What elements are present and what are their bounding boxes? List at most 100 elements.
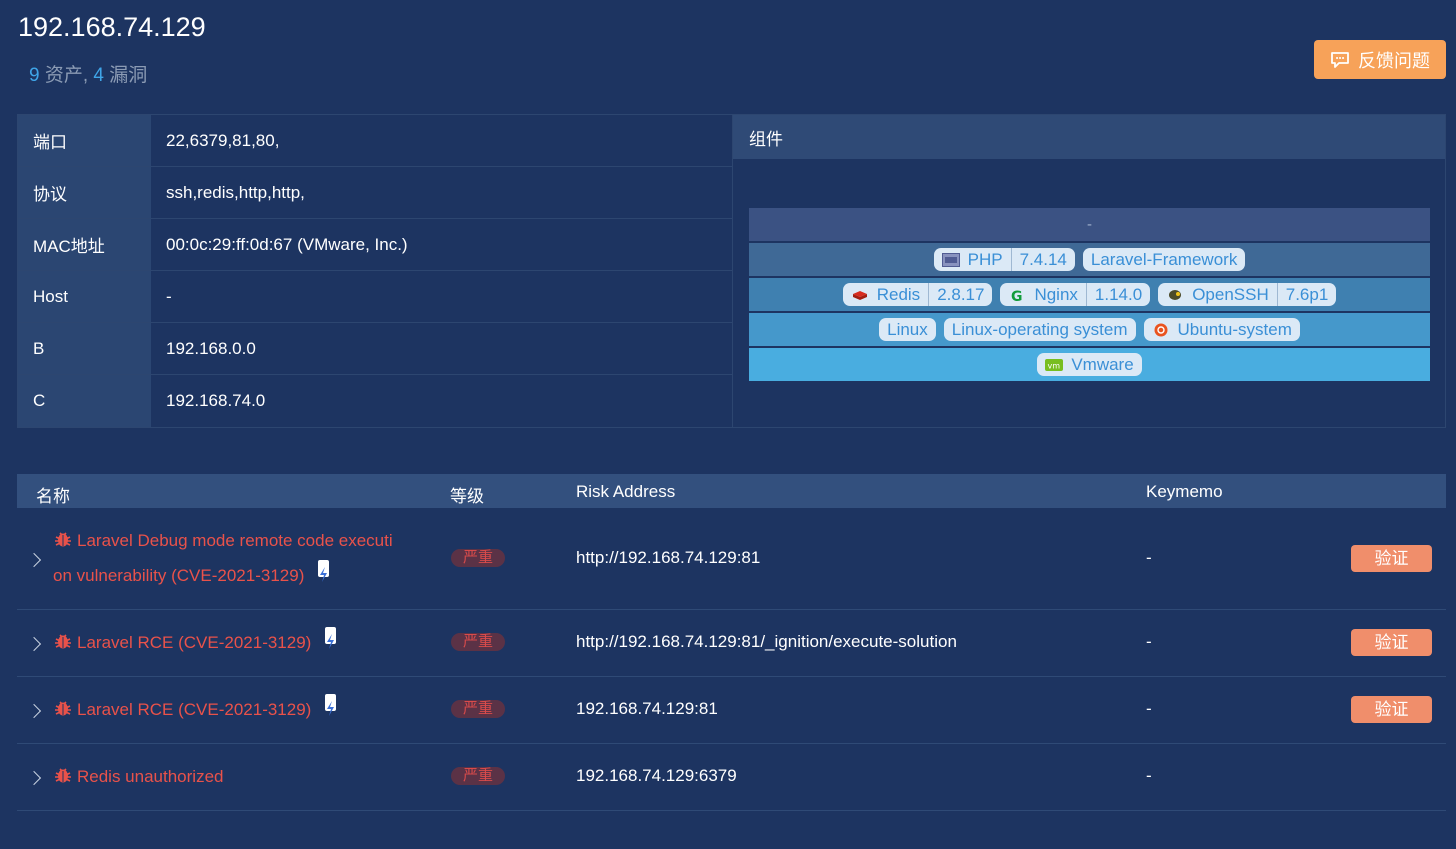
php-icon: [941, 252, 960, 267]
col-header-address: Risk Address: [576, 482, 676, 501]
svg-text:G: G: [1011, 289, 1023, 302]
component-tag-linux-os[interactable]: Linux-operating system: [943, 318, 1136, 341]
asset-summary: 9 资产, 4 漏洞: [29, 60, 147, 87]
page-title: 192.168.74.129: [18, 12, 206, 42]
component-tag-ubuntu[interactable]: Ubuntu-system: [1143, 318, 1300, 341]
info-row-host: Host -: [18, 271, 733, 323]
component-name: Linux: [887, 319, 928, 339]
info-value: ssh,redis,http,http,: [166, 182, 305, 202]
svg-text:vm: vm: [1048, 361, 1061, 370]
component-version: 2.8.17: [937, 284, 985, 304]
component-tag-redis[interactable]: Redis 2.8.17: [842, 283, 993, 306]
risk-address: http://192.168.74.129:81/_ignition/execu…: [576, 632, 957, 651]
vuln-name[interactable]: Laravel Debug mode remote code executi o…: [53, 523, 423, 593]
chevron-right-icon[interactable]: [26, 636, 42, 652]
vuln-name-line2: on vulnerability (CVE-2021-3129): [53, 566, 305, 585]
component-tag-openssh[interactable]: OpenSSH 7.6p1: [1158, 283, 1337, 306]
component-tag-laravel[interactable]: Laravel-Framework: [1082, 248, 1246, 271]
vuln-table-header: 名称 等级 Risk Address Keymemo: [17, 474, 1446, 508]
divider: [928, 283, 930, 306]
component-version: 7.6p1: [1285, 284, 1329, 304]
vuln-name-line1: Laravel Debug mode remote code executi: [77, 531, 393, 550]
component-name: Linux-operating system: [951, 319, 1128, 339]
components-panel: 组件 - PHP 7.4.14 Laravel-Framework Redis …: [732, 115, 1445, 427]
component-layer-framework: PHP 7.4.14 Laravel-Framework: [749, 243, 1430, 276]
vuln-name-text: Laravel RCE (CVE-2021-3129): [77, 700, 312, 719]
feedback-label: 反馈问题: [1358, 50, 1430, 71]
table-row[interactable]: Laravel RCE (CVE-2021-3129) 严重 192.168.7…: [17, 677, 1446, 744]
col-header-memo: Keymemo: [1146, 482, 1223, 501]
asset-label: 资产,: [44, 65, 89, 86]
chevron-right-icon[interactable]: [26, 770, 42, 786]
exploit-flag-icon: [325, 627, 337, 649]
bug-icon: [55, 701, 71, 716]
info-key: 端口: [18, 115, 151, 166]
divider: [1085, 283, 1087, 306]
verify-button[interactable]: 验证: [1351, 629, 1432, 656]
component-layer-os: Linux Linux-operating system Ubuntu-syst…: [749, 313, 1430, 346]
component-name: Laravel-Framework: [1090, 249, 1238, 269]
component-name: Vmware: [1071, 354, 1134, 374]
ubuntu-icon: [1154, 323, 1168, 336]
bug-icon: [55, 768, 71, 783]
severity-badge: 严重: [451, 700, 505, 718]
component-name: OpenSSH: [1192, 284, 1269, 304]
vuln-name[interactable]: Laravel RCE (CVE-2021-3129): [53, 692, 423, 727]
info-row-b: B 192.168.0.0: [18, 323, 733, 375]
table-row[interactable]: Laravel RCE (CVE-2021-3129) 严重 http://19…: [17, 610, 1446, 677]
component-tag-vmware[interactable]: vm Vmware: [1037, 353, 1142, 376]
component-name: Ubuntu-system: [1177, 319, 1292, 339]
bug-icon: [55, 532, 71, 547]
vuln-name[interactable]: Redis unauthorized: [53, 759, 423, 794]
keymemo: -: [1146, 548, 1152, 567]
vmware-icon: vm: [1045, 358, 1064, 371]
component-name: Nginx: [1034, 284, 1078, 304]
component-version: 7.4.14: [1019, 249, 1067, 269]
vuln-name[interactable]: Laravel RCE (CVE-2021-3129): [53, 625, 423, 660]
asset-count[interactable]: 9: [29, 65, 40, 86]
info-value: 22,6379,81,80,: [166, 130, 280, 150]
table-row[interactable]: Laravel Debug mode remote code executi o…: [17, 508, 1446, 610]
divider: [1010, 248, 1012, 271]
component-layer-service: Redis 2.8.17 G Nginx 1.14.0 OpenSSH 7.6p…: [749, 278, 1430, 311]
component-name: PHP: [967, 249, 1003, 269]
info-value: -: [166, 286, 172, 306]
chevron-right-icon[interactable]: [26, 703, 42, 719]
host-info-panel: 端口 22,6379,81,80, 协议 ssh,redis,http,http…: [17, 114, 1446, 428]
component-tag-nginx[interactable]: G Nginx 1.14.0: [1000, 283, 1151, 306]
risk-address: 192.168.74.129:6379: [576, 766, 737, 785]
bug-icon: [55, 634, 71, 649]
chevron-right-icon[interactable]: [26, 552, 42, 568]
verify-button[interactable]: 验证: [1351, 696, 1432, 723]
component-tag-php[interactable]: PHP 7.4.14: [933, 248, 1075, 271]
info-value: 00:0c:29:ff:0d:67 (VMware, Inc.): [166, 234, 408, 254]
component-layer-empty: -: [749, 208, 1430, 241]
info-key: 协议: [18, 167, 151, 218]
col-header-level: 等级: [450, 487, 484, 506]
info-value: 192.168.74.0: [166, 391, 266, 410]
feedback-button[interactable]: 反馈问题: [1314, 40, 1446, 79]
verify-button[interactable]: 验证: [1351, 545, 1432, 572]
component-tag-linux[interactable]: Linux: [879, 318, 936, 341]
table-row[interactable]: Redis unauthorized 严重 192.168.74.129:637…: [17, 744, 1446, 811]
host-info-table: 端口 22,6379,81,80, 协议 ssh,redis,http,http…: [18, 115, 733, 427]
info-row-mac: MAC地址 00:0c:29:ff:0d:67 (VMware, Inc.): [18, 219, 733, 271]
redis-icon: [852, 290, 867, 300]
info-key: C: [18, 375, 151, 427]
info-row-c: C 192.168.74.0: [18, 375, 733, 427]
component-name: Redis: [876, 284, 921, 304]
info-value: 192.168.0.0: [166, 338, 256, 358]
vuln-count[interactable]: 4: [93, 65, 104, 86]
severity-badge: 严重: [451, 549, 505, 567]
openssh-icon: [1169, 289, 1182, 300]
col-header-name: 名称: [36, 487, 70, 506]
info-key: MAC地址: [18, 219, 151, 270]
component-version: 1.14.0: [1094, 284, 1143, 304]
risk-address: 192.168.74.129:81: [576, 699, 718, 718]
severity-badge: 严重: [451, 767, 505, 785]
chat-bubble-icon: [1331, 51, 1349, 68]
vuln-name-text: Redis unauthorized: [77, 767, 224, 786]
info-row-protocol: 协议 ssh,redis,http,http,: [18, 167, 733, 219]
exploit-flag-icon: [325, 694, 337, 716]
vuln-name-text: Laravel RCE (CVE-2021-3129): [77, 633, 312, 652]
